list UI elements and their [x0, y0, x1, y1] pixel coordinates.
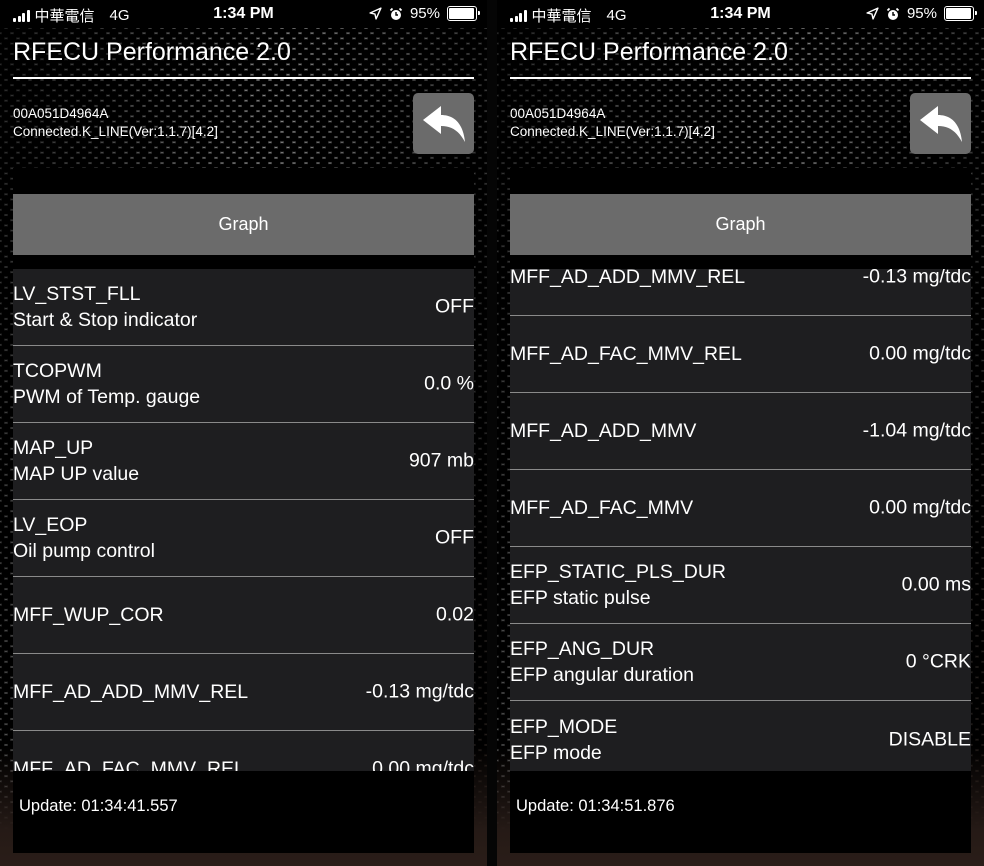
alarm-icon	[389, 7, 403, 20]
battery-icon	[447, 6, 480, 21]
data-panel: Graph MFF_AD_ADD_MMV_REL -0.13 mg/tdc MF…	[510, 168, 971, 853]
list-item[interactable]: MFF_AD_ADD_MMV -1.04 mg/tdc	[510, 393, 971, 470]
device-id: 00A051D4964A	[13, 106, 109, 121]
param-name: EFP_STATIC_PLS_DUR	[510, 561, 727, 583]
update-timestamp: Update: 01:34:51.876	[516, 797, 675, 815]
param-name: MFF_AD_FAC_MMV_REL	[510, 343, 742, 365]
param-value: OFF	[435, 295, 474, 318]
status-bar: 中華電信 4G 1:34 PM 95%	[497, 0, 984, 28]
list-item[interactable]: EFP_STATIC_PLS_DUR EFP static pulse 0.00 …	[510, 547, 971, 624]
param-name: MFF_WUP_COR	[13, 604, 164, 626]
param-desc: EFP static pulse	[510, 587, 651, 609]
reply-arrow-icon	[919, 105, 962, 142]
list-item[interactable]: MFF_AD_FAC_MMV 0.00 mg/tdc	[510, 470, 971, 547]
param-desc: MAP UP value	[13, 463, 140, 485]
list-item[interactable]: LV_EOP Oil pump control OFF	[13, 500, 474, 577]
back-button[interactable]	[910, 93, 971, 154]
param-name: EFP_MODE	[510, 715, 618, 738]
list-item[interactable]: LV_STST_FLL Start & Stop indicator OFF	[13, 269, 474, 346]
data-panel: Graph LV_STST_FLL Start & Stop indicator …	[13, 168, 474, 853]
list-item[interactable]: MFF_WUP_COR 0.02	[13, 577, 474, 654]
status-bar: 中華電信 4G 1:34 PM 95%	[0, 0, 487, 28]
param-value: -0.13 mg/tdc	[365, 680, 474, 703]
param-value: 0.00 mg/tdc	[869, 496, 971, 519]
param-value: -0.13 mg/tdc	[862, 269, 971, 288]
app-title: RFECU Performance 2.0	[510, 38, 788, 66]
param-value: 0.00 mg/tdc	[869, 342, 971, 365]
list-item[interactable]: EFP_ANG_DUR EFP angular duration 0 °CRK	[510, 624, 971, 701]
list-item[interactable]: MAP_UP MAP UP value 907 mb	[13, 423, 474, 500]
update-timestamp: Update: 01:34:41.557	[19, 797, 178, 815]
param-desc: PWM of Temp. gauge	[13, 386, 201, 408]
device-id: 00A051D4964A	[510, 106, 606, 121]
param-value: 0.00 mg/tdc	[372, 757, 474, 772]
list-item[interactable]: MFF_AD_ADD_MMV_REL -0.13 mg/tdc	[510, 269, 971, 316]
param-desc: Start & Stop indicator	[13, 309, 198, 331]
param-name: LV_EOP	[13, 514, 88, 536]
param-value: 0.00 ms	[901, 573, 971, 596]
param-desc: EFP angular duration	[510, 664, 694, 686]
param-name: MFF_AD_FAC_MMV	[510, 497, 694, 519]
phone-screen-right: 中華電信 4G 1:34 PM 95% RFECU Performance 2.…	[497, 0, 984, 866]
title-divider	[510, 77, 971, 79]
reply-arrow-icon	[422, 105, 465, 142]
param-value: OFF	[435, 526, 474, 549]
battery-percent: 95%	[409, 5, 440, 22]
back-button[interactable]	[413, 93, 474, 154]
update-footer: Update: 01:34:51.876	[510, 771, 971, 853]
location-icon	[369, 7, 382, 20]
param-name: EFP_ANG_DUR	[510, 638, 655, 660]
list-item[interactable]: MFF_AD_ADD_MMV_REL -0.13 mg/tdc	[13, 654, 474, 731]
param-name: MFF_AD_ADD_MMV	[510, 420, 697, 442]
list-item[interactable]: EFP_MODE EFP mode DISABLE	[510, 701, 971, 771]
battery-percent: 95%	[906, 5, 937, 22]
list-item[interactable]: MFF_AD_FAC_MMV_REL 0.00 mg/tdc	[510, 316, 971, 393]
location-icon	[866, 7, 879, 20]
param-name: LV_STST_FLL	[13, 283, 141, 305]
param-value: DISABLE	[888, 728, 971, 750]
param-name: MFF_AD_ADD_MMV_REL	[510, 269, 746, 288]
update-footer: Update: 01:34:41.557	[13, 771, 474, 853]
param-value: 0.02	[436, 603, 474, 626]
param-value: -1.04 mg/tdc	[862, 419, 971, 442]
app-title: RFECU Performance 2.0	[13, 38, 291, 66]
param-desc: EFP mode	[510, 741, 602, 764]
parameter-list[interactable]: MFF_AD_ADD_MMV_REL -0.13 mg/tdc MFF_AD_F…	[510, 269, 971, 771]
param-value: 907 mb	[408, 449, 474, 472]
list-item[interactable]: TCOPWM PWM of Temp. gauge 0.0 %	[13, 346, 474, 423]
param-value: 0 °CRK	[905, 650, 971, 673]
param-name: TCOPWM	[13, 360, 102, 382]
param-desc: Oil pump control	[13, 540, 155, 562]
list-item[interactable]: MFF_AD_FAC_MMV_REL 0.00 mg/tdc	[13, 731, 474, 772]
title-divider	[13, 77, 474, 79]
graph-button[interactable]: Graph	[510, 194, 971, 255]
param-name: MAP_UP	[13, 437, 94, 459]
param-value: 0.0 %	[424, 372, 474, 395]
param-name: MFF_AD_ADD_MMV_REL	[13, 681, 249, 703]
screenshot-divider	[487, 0, 497, 866]
param-name: MFF_AD_FAC_MMV_REL	[13, 758, 245, 771]
parameter-list[interactable]: LV_STST_FLL Start & Stop indicator OFF TC…	[13, 269, 474, 771]
graph-button[interactable]: Graph	[13, 194, 474, 255]
battery-icon	[944, 6, 977, 21]
connection-status: Connected.K_LINE(Ver:1.1.7)[4.2]	[13, 124, 218, 139]
connection-status: Connected.K_LINE(Ver:1.1.7)[4.2]	[510, 124, 715, 139]
phone-screen-left: 中華電信 4G 1:34 PM 95% RFECU Performance 2.…	[0, 0, 487, 866]
alarm-icon	[886, 7, 900, 20]
